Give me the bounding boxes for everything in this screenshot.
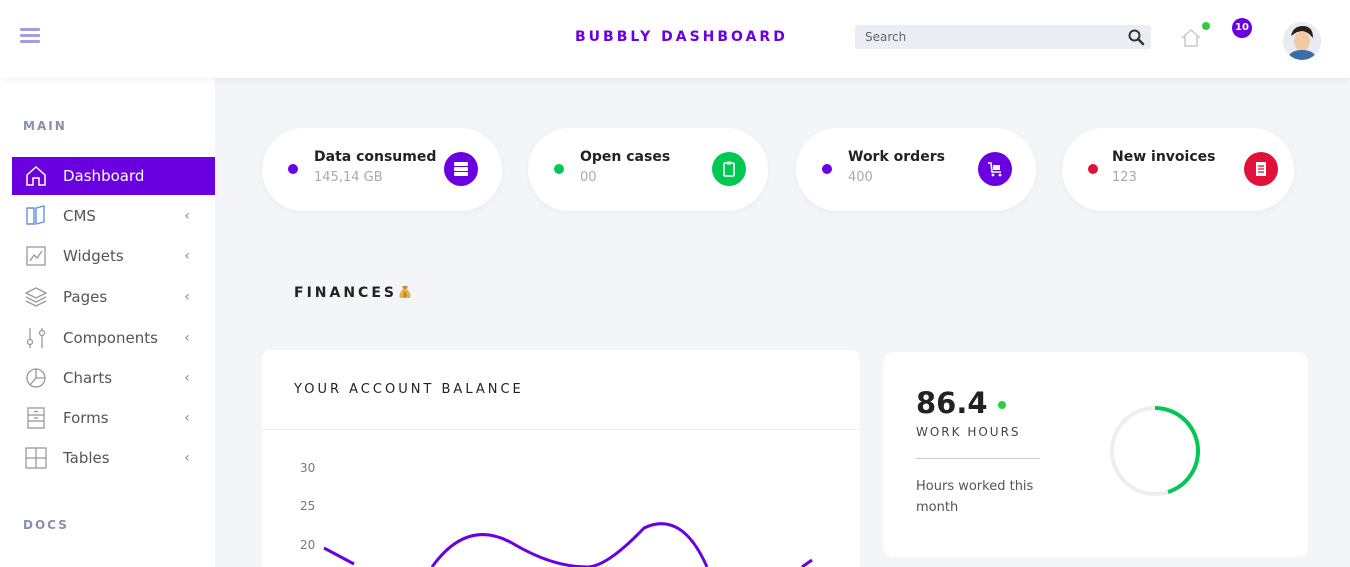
stat-title: Data consumed: [314, 149, 437, 165]
sidebar-item-label: Charts: [63, 369, 113, 387]
work-hours-progress-ring: [1110, 406, 1200, 496]
sidebar-item-pages[interactable]: Pages ‹: [12, 278, 215, 316]
chevron-left-icon: ‹: [184, 289, 190, 305]
sidebar-item-components[interactable]: Components ‹: [12, 319, 215, 357]
work-hours-label: WORK HOURS: [916, 425, 1021, 439]
sidebar-item-label: Forms: [63, 409, 109, 427]
layers-icon: [22, 283, 50, 311]
money-bag-icon: $: [399, 286, 411, 299]
clipboard-icon: [712, 152, 746, 186]
status-dot: [1088, 164, 1098, 174]
sidebar-item-label: Dashboard: [63, 167, 145, 185]
sidebar: MAIN Dashboard CMS ‹ Widgets ‹ Pages ‹ C…: [0, 78, 215, 567]
user-avatar-icon: [1283, 22, 1321, 60]
sidebar-item-dashboard[interactable]: Dashboard: [12, 157, 215, 195]
stat-title: Open cases: [580, 149, 671, 165]
cabinet-icon: [22, 404, 50, 432]
top-header: BUBBLY DASHBOARD 10: [0, 0, 1350, 78]
work-hours-description: Hours worked this month: [916, 479, 1034, 515]
section-title-finances: FINANCES: [294, 285, 397, 301]
section-label-main: MAIN: [23, 119, 67, 133]
notification-badge[interactable]: 10: [1232, 18, 1252, 38]
menu-icon[interactable]: [20, 28, 40, 46]
divider: [916, 458, 1040, 459]
stat-value: 145,14 GB: [314, 170, 383, 185]
stat-title: Work orders: [848, 149, 945, 165]
sidebar-item-forms[interactable]: Forms ‹: [12, 399, 215, 437]
pie-chart-icon: [22, 364, 50, 392]
stat-card-new-invoices[interactable]: New invoices 123: [1062, 128, 1294, 211]
avatar[interactable]: [1283, 22, 1321, 60]
status-dot: [822, 164, 832, 174]
stat-value: 00: [580, 170, 597, 185]
sidebar-item-widgets[interactable]: Widgets ‹: [12, 237, 215, 275]
chevron-left-icon: ‹: [184, 330, 190, 346]
search-input[interactable]: [855, 25, 1115, 49]
balance-line: [323, 522, 813, 567]
receipt-icon: [1244, 152, 1278, 186]
sidebar-item-tables[interactable]: Tables ‹: [12, 439, 215, 477]
stat-value: 400: [848, 170, 873, 185]
stat-card-work-orders[interactable]: Work orders 400: [796, 128, 1036, 211]
brand-title[interactable]: BUBBLY DASHBOARD: [575, 29, 788, 45]
chevron-left-icon: ‹: [184, 370, 190, 386]
home-icon[interactable]: [1180, 28, 1202, 48]
sidebar-item-label: CMS: [63, 207, 96, 225]
stat-title: New invoices: [1112, 149, 1216, 165]
sidebar-item-charts[interactable]: Charts ‹: [12, 359, 215, 397]
work-hours-value: 86.4: [916, 386, 988, 420]
search-box: [855, 25, 1151, 49]
sidebar-item-cms[interactable]: CMS ‹: [12, 197, 215, 235]
status-dot: [288, 164, 298, 174]
cart-icon: [978, 152, 1012, 186]
sidebar-item-label: Components: [63, 329, 158, 347]
status-dot: [554, 164, 564, 174]
book-icon: [22, 202, 50, 230]
server-icon: [444, 152, 478, 186]
work-hours-card: 86.4 WORK HOURS Hours worked this month: [883, 352, 1308, 557]
sidebar-item-label: Widgets: [63, 247, 124, 265]
chevron-left-icon: ‹: [184, 248, 190, 264]
svg-text:$: $: [403, 292, 407, 299]
stat-card-open-cases[interactable]: Open cases 00: [528, 128, 768, 211]
stat-value: 123: [1112, 170, 1137, 185]
chart-line-icon: [22, 242, 50, 270]
sidebar-item-label: Tables: [63, 449, 110, 467]
chevron-left-icon: ‹: [184, 450, 190, 466]
account-balance-card: YOUR ACCOUNT BALANCE 30 25 20: [262, 350, 860, 567]
chevron-left-icon: ‹: [184, 410, 190, 426]
status-dot: [1202, 22, 1210, 30]
balance-line-chart: [323, 522, 813, 567]
search-icon[interactable]: [1127, 28, 1145, 46]
stat-card-data-consumed[interactable]: Data consumed 145,14 GB: [262, 128, 502, 211]
grid-icon: [22, 444, 50, 472]
home-icon: [22, 162, 50, 190]
sliders-icon: [22, 324, 50, 352]
sidebar-item-label: Pages: [63, 288, 108, 306]
section-label-docs: DOCS: [23, 518, 69, 532]
chevron-left-icon: ‹: [184, 208, 190, 224]
status-dot: [998, 401, 1006, 409]
